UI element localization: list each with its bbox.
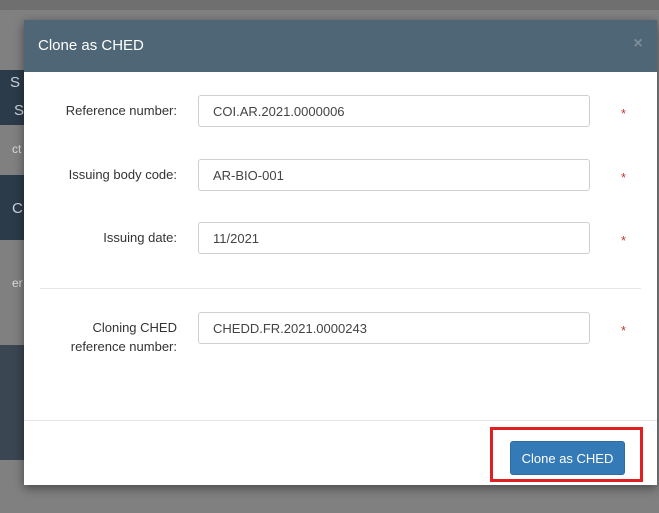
background-text: S [10,74,21,91]
issuing-body-code-input[interactable] [198,159,590,191]
required-marker: * [621,106,627,121]
required-marker: * [621,233,627,248]
dialog-footer-divider [24,420,657,421]
dialog-title: Clone as CHED [38,37,144,54]
clone-as-ched-dialog: Clone as CHED × Reference number: * Issu… [24,20,657,485]
required-marker: * [621,170,627,185]
background-text: C [12,200,23,217]
issuing-body-code-label: Issuing body code: [68,167,177,182]
cloning-ched-label-line1: Cloning CHED [92,320,177,335]
cloning-ched-reference-input[interactable] [198,312,590,344]
background-text: er [12,276,23,290]
background-panel [0,345,24,460]
issuing-date-label: Issuing date: [103,230,177,245]
cloning-ched-label-line2: reference number: [70,339,177,354]
background-text: ct [12,142,22,156]
clone-as-ched-button[interactable]: Clone as CHED [510,441,625,475]
section-divider [40,288,641,289]
background-top-bar [0,0,659,10]
required-marker: * [621,323,627,338]
background-text: S [14,102,25,119]
reference-number-label: Reference number: [65,103,177,118]
reference-number-input[interactable] [198,95,590,127]
issuing-date-input[interactable] [198,222,590,254]
dialog-header: Clone as CHED × [24,20,657,72]
close-icon[interactable]: × [631,36,645,52]
